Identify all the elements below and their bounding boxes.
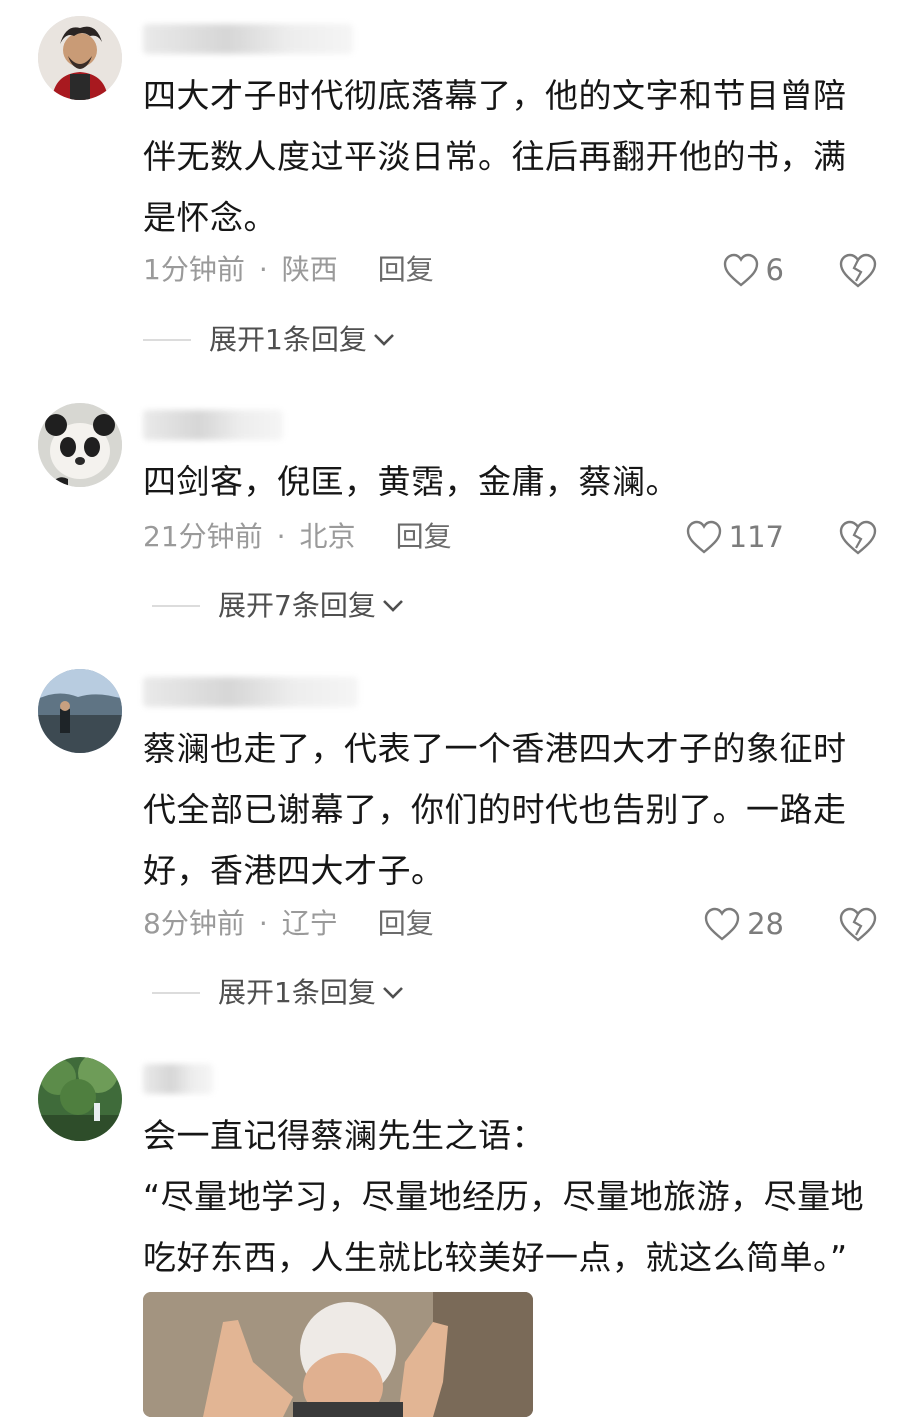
username-blurred[interactable]	[143, 1064, 213, 1094]
broken-heart-icon[interactable]	[838, 517, 878, 557]
separator-dot: ·	[258, 253, 268, 286]
avatar[interactable]	[38, 403, 122, 487]
heart-outline-icon	[723, 253, 758, 287]
like-count: 28	[747, 907, 784, 941]
comment-line: 伴无数人度过平淡日常。往后再翻开他的书，满	[143, 137, 847, 176]
expand-replies-label: 展开7条回复	[218, 589, 376, 622]
comment-line: 蔡澜也走了，代表了一个香港四大才子的象征时	[143, 729, 847, 768]
comment-text: 蔡澜也走了，代表了一个香港四大才子的象征时 代全部已谢幕了，你们的时代也告别了。…	[143, 718, 883, 901]
comment-time: 8分钟前	[143, 907, 245, 940]
comment-location: 辽宁	[281, 907, 338, 940]
like-count: 117	[728, 520, 784, 554]
comment-line: 好，香港四大才子。	[143, 851, 445, 890]
avatar[interactable]	[38, 1057, 122, 1141]
comment-line: 是怀念。	[143, 198, 277, 237]
comment-text: 四大才子时代彻底落幕了，他的文字和节目曾陪 伴无数人度过平淡日常。往后再翻开他的…	[143, 65, 883, 248]
expand-replies-button[interactable]: 展开1条回复	[143, 320, 395, 360]
comment-meta: 21分钟前 · 北京 回复	[143, 517, 452, 557]
comment-line: “尽量地学习，尽量地经历，尽量地旅游，尽量地	[143, 1177, 865, 1216]
like-button[interactable]: 28	[703, 904, 784, 944]
like-button[interactable]: 6	[722, 250, 784, 290]
comment-image[interactable]	[143, 1292, 533, 1417]
comment-text: 会一直记得蔡澜先生之语： “尽量地学习，尽量地经历，尽量地旅游，尽量地 吃好东西…	[143, 1105, 903, 1288]
heart-outline-icon	[704, 907, 740, 941]
expand-replies-label: 展开1条回复	[218, 976, 376, 1009]
comment-time: 1分钟前	[143, 253, 245, 286]
comment-line: 四剑客，倪匡，黄霑，金庸，蔡澜。	[143, 462, 679, 501]
username-blurred[interactable]	[143, 24, 353, 54]
comment-line: 会一直记得蔡澜先生之语：	[143, 1116, 545, 1155]
comment-meta: 1分钟前 · 陕西 回复	[143, 250, 434, 290]
reply-button[interactable]: 回复	[378, 904, 434, 944]
heart-outline-icon	[686, 520, 721, 554]
expand-replies-label: 展开1条回复	[209, 323, 367, 356]
chevron-down-icon	[373, 334, 394, 346]
avatar[interactable]	[38, 669, 122, 753]
separator-dot: ·	[276, 520, 286, 553]
comment-location: 陕西	[281, 253, 338, 286]
broken-heart-icon[interactable]	[838, 250, 878, 290]
username-blurred[interactable]	[143, 677, 358, 707]
separator-dot: ·	[258, 907, 268, 940]
chevron-down-icon	[382, 600, 403, 612]
comment-text: 四剑客，倪匡，黄霑，金庸，蔡澜。	[143, 451, 883, 512]
reply-button[interactable]: 回复	[396, 517, 452, 557]
expand-replies-button[interactable]: 展开1条回复	[152, 973, 404, 1013]
divider-line	[152, 605, 200, 607]
comment-time: 21分钟前	[143, 520, 263, 553]
expand-replies-button[interactable]: 展开7条回复	[152, 586, 404, 626]
divider-line	[143, 339, 191, 341]
comment-location: 北京	[299, 520, 356, 553]
avatar[interactable]	[38, 16, 122, 100]
chevron-down-icon	[382, 987, 403, 999]
comment-line: 四大才子时代彻底落幕了，他的文字和节目曾陪	[143, 76, 847, 115]
comment-line: 吃好东西，人生就比较美好一点，就这么简单。”	[143, 1238, 848, 1277]
broken-heart-icon[interactable]	[838, 904, 878, 944]
comment-meta: 8分钟前 · 辽宁 回复	[143, 904, 434, 944]
reply-button[interactable]: 回复	[378, 250, 434, 290]
like-button[interactable]: 117	[685, 517, 784, 557]
like-count: 6	[765, 253, 784, 287]
comment-line: 代全部已谢幕了，你们的时代也告别了。一路走	[143, 790, 847, 829]
divider-line	[152, 992, 200, 994]
username-blurred[interactable]	[143, 410, 283, 440]
